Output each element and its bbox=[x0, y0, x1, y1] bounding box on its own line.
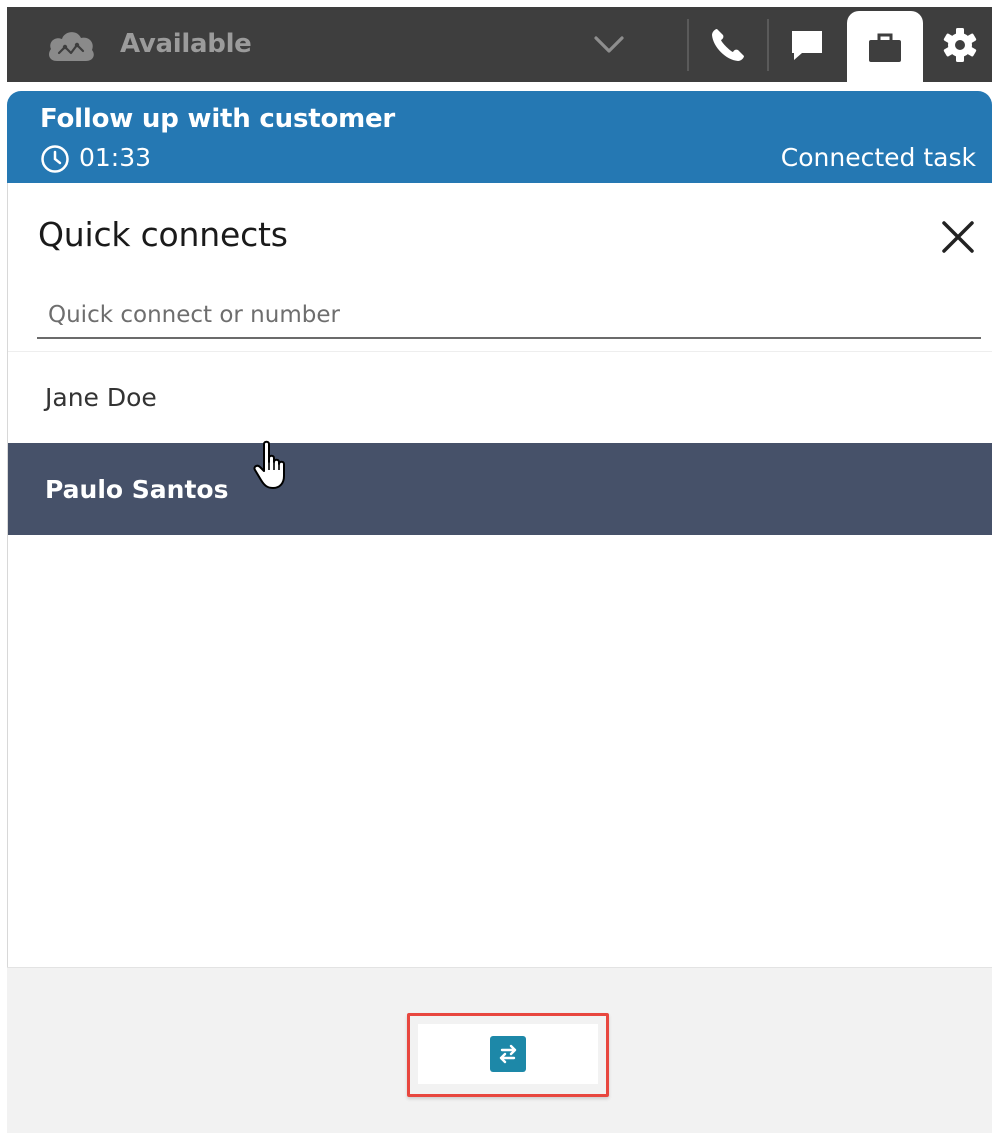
search-input[interactable] bbox=[37, 293, 981, 339]
task-state: Connected task bbox=[780, 143, 976, 172]
page-title: Quick connects bbox=[38, 215, 288, 254]
cloud-status-icon bbox=[49, 32, 94, 61]
clock-icon bbox=[41, 145, 69, 173]
task-timer: 01:33 bbox=[79, 143, 152, 172]
divider bbox=[687, 19, 689, 71]
highlight-box bbox=[407, 1013, 609, 1097]
gear-icon bbox=[943, 27, 977, 62]
phone-icon bbox=[712, 28, 744, 61]
briefcase-icon bbox=[869, 33, 901, 62]
phone-tab-button[interactable] bbox=[690, 7, 766, 82]
chat-icon bbox=[792, 30, 822, 60]
status-dropdown[interactable]: Available bbox=[7, 7, 687, 82]
footer-bar bbox=[7, 967, 992, 1133]
connected-task-banner[interactable]: Follow up with customer 01:33 Connected … bbox=[7, 91, 992, 183]
list-item-label: Paulo Santos bbox=[45, 474, 229, 504]
top-bar: Available bbox=[7, 7, 992, 82]
status-label: Available bbox=[120, 29, 252, 59]
chevron-down-icon[interactable] bbox=[592, 33, 626, 57]
hand-cursor-icon bbox=[253, 440, 285, 489]
list-item[interactable]: Paulo Santos bbox=[8, 443, 992, 535]
list-item-label: Jane Doe bbox=[45, 383, 157, 412]
list-item[interactable]: Jane Doe bbox=[8, 351, 992, 443]
settings-button[interactable] bbox=[928, 7, 992, 82]
close-icon[interactable] bbox=[938, 217, 978, 257]
transfer-arrows-icon bbox=[490, 1036, 526, 1072]
tasks-tab-button[interactable] bbox=[847, 11, 923, 82]
transfer-button[interactable] bbox=[418, 1024, 598, 1084]
chat-tab-button[interactable] bbox=[769, 7, 845, 82]
task-title: Follow up with customer bbox=[40, 104, 396, 134]
